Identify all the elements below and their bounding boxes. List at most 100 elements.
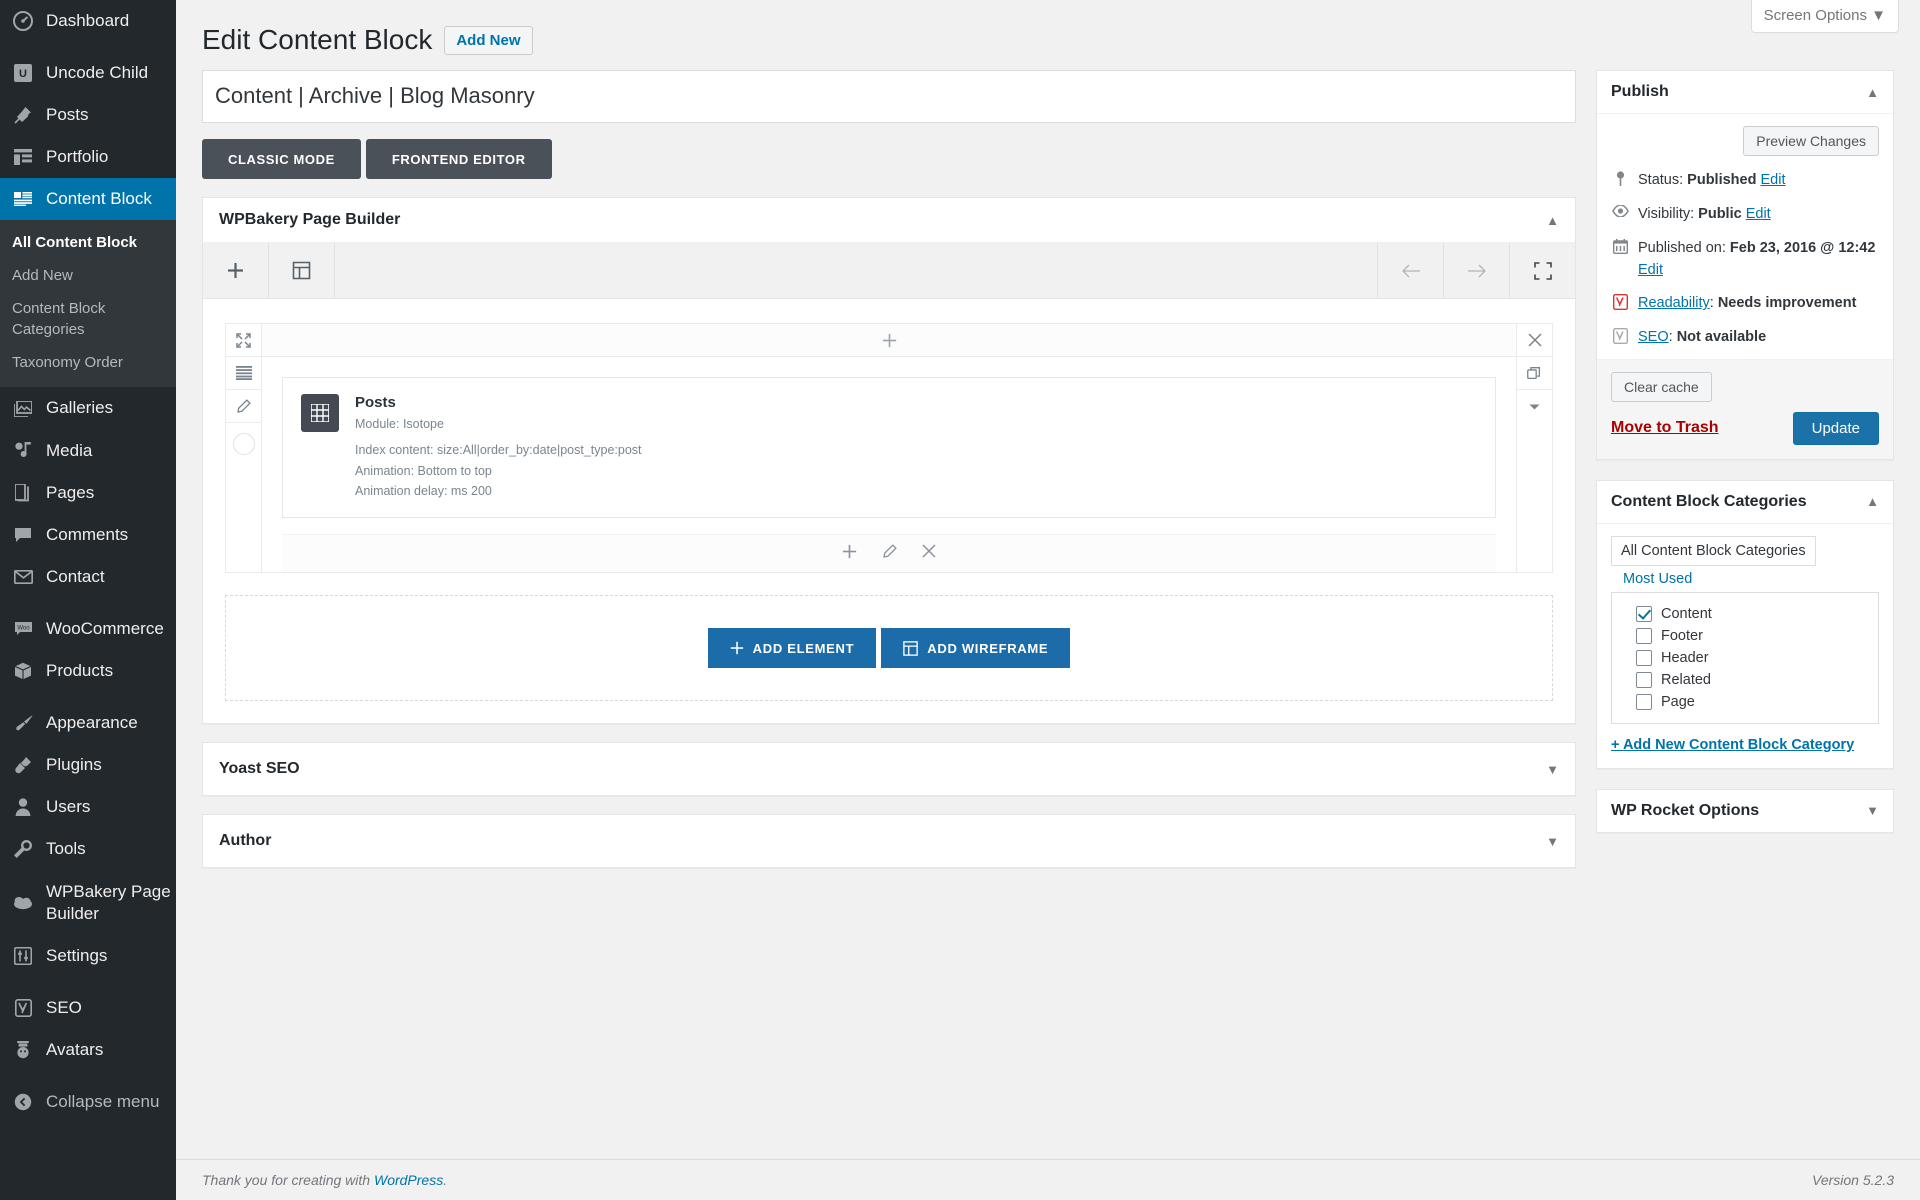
category-checkbox-page[interactable] [1636,693,1652,710]
page-title: Edit Content Block [202,24,433,55]
sidebar-item-tools[interactable]: Tools [0,828,176,870]
sidebar-item-portfolio[interactable]: Portfolio [0,136,176,178]
category-item[interactable]: Related [1624,669,1866,691]
collapse-arrow-icon[interactable]: ▲ [1546,213,1559,228]
category-item[interactable]: Content [1624,603,1866,625]
sidebar-item-avatars[interactable]: Avatars [0,1029,176,1071]
submenu-item-content-block-categories[interactable]: Content Block Categories [0,292,176,346]
duplicate-row-icon[interactable] [1517,357,1552,391]
templates-icon[interactable] [269,243,335,299]
wpbakery-panel-title: WPBakery Page Builder [219,211,401,229]
categories-panel-header[interactable]: Content Block Categories ▲ [1597,481,1893,524]
publish-panel-header[interactable]: Publish ▲ [1597,71,1893,115]
trash-update-row: Move to Trash Update [1611,411,1879,445]
chevron-down-icon[interactable]: ▼ [1546,762,1559,777]
published-on-edit-link[interactable]: Edit [1638,262,1663,278]
category-item[interactable]: Page [1624,691,1866,713]
post-body: CLASSIC MODE FRONTEND EDITOR WPBakery Pa… [176,58,1920,869]
wpbakery-panel-header[interactable]: WPBakery Page Builder ▲ [203,198,1575,244]
readability-link[interactable]: Readability [1638,295,1710,311]
sidebar-item-seo[interactable]: SEO [0,987,176,1029]
submenu-item-all-content-block[interactable]: All Content Block [0,226,176,259]
sidebar-item-uncode-child[interactable]: U Uncode Child [0,52,176,94]
yoast-red-icon [1611,293,1629,311]
clear-cache-button[interactable]: Clear cache [1611,371,1712,402]
add-wireframe-button[interactable]: ADD WIREFRAME [881,628,1071,669]
sidebar-item-wpbakery-page-builder[interactable]: WPBakery Page Builder [0,871,176,935]
row-handle-circle[interactable] [232,433,255,456]
sidebar-item-woocommerce[interactable]: Woo WooCommerce [0,608,176,650]
sidebar-item-contact[interactable]: Contact [0,556,176,598]
edit-column-icon[interactable] [882,543,897,564]
category-checkbox-footer[interactable] [1636,627,1652,644]
chevron-down-icon[interactable]: ▼ [1866,803,1879,818]
add-element-plus-icon[interactable] [842,544,857,564]
submenu-item-taxonomy-order[interactable]: Taxonomy Order [0,346,176,379]
yoast-seo-header[interactable]: Yoast SEO ▼ [203,743,1575,795]
column-layout-icon[interactable] [226,357,261,391]
row-more-arrow-icon[interactable] [1517,390,1552,423]
builder-toolbar [203,243,1575,300]
status-edit-link[interactable]: Edit [1761,172,1786,188]
sidebar-item-content-block[interactable]: Content Block [0,178,184,221]
add-new-category-link[interactable]: + Add New Content Block Category [1611,737,1854,753]
sidebar-item-media[interactable]: Media [0,430,176,472]
screen-options-button[interactable]: Screen Options ▼ [1750,0,1899,33]
sidebar-item-pages[interactable]: Pages [0,472,176,514]
tab-all-categories[interactable]: All Content Block Categories [1611,535,1816,566]
add-new-button[interactable]: Add New [444,25,533,55]
wordpress-link[interactable]: WordPress [374,1172,443,1188]
delete-row-icon[interactable] [1517,324,1552,358]
preview-changes-button[interactable]: Preview Changes [1743,126,1879,157]
tab-most-used[interactable]: Most Used [1611,565,1701,593]
sidebar-item-comments[interactable]: Comments [0,514,176,556]
builder-element-posts[interactable]: Posts Module: Isotope Index content: siz… [282,377,1496,519]
sidebar-item-users[interactable]: Users [0,786,176,828]
edit-row-icon[interactable] [226,390,261,424]
category-checkbox-content[interactable] [1636,605,1652,622]
classic-mode-button[interactable]: CLASSIC MODE [202,139,361,180]
collapse-arrow-icon[interactable]: ▲ [1866,85,1879,100]
post-title-input[interactable] [202,70,1576,124]
update-button[interactable]: Update [1792,411,1879,445]
sidebar-item-dashboard[interactable]: Dashboard [0,0,176,42]
visibility-edit-link[interactable]: Edit [1746,206,1771,222]
sidebar-item-products[interactable]: Products [0,650,176,692]
wp-rocket-header[interactable]: WP Rocket Options ▼ [1597,790,1893,832]
collapse-arrow-icon[interactable]: ▲ [1866,494,1879,509]
undo-arrow-icon[interactable] [1377,243,1443,299]
author-header[interactable]: Author ▼ [203,815,1575,867]
add-element-button[interactable]: ADD ELEMENT [707,628,877,669]
redo-arrow-icon[interactable] [1443,243,1509,299]
collapse-menu-button[interactable]: Collapse menu [0,1081,176,1123]
delete-column-icon[interactable] [922,544,936,563]
main-content-area: Screen Options ▼ Edit Content Block Add … [176,0,1920,1200]
element-meta-0: Module: Isotope [355,417,444,432]
move-row-icon[interactable] [226,324,261,358]
category-item[interactable]: Header [1624,647,1866,669]
published-on-text: Published on: Feb 23, 2016 @ 12:42 Edit [1638,238,1879,282]
admin-sidebar: Dashboard U Uncode Child Posts Portfolio Cont… [0,0,184,1200]
category-checkbox-related[interactable] [1636,671,1652,688]
chevron-down-icon[interactable]: ▼ [1546,834,1559,849]
fullscreen-icon[interactable] [1509,243,1575,299]
sidebar-item-galleries[interactable]: Galleries [0,387,176,429]
dashboard-icon [12,10,34,32]
add-element-icon[interactable] [203,243,269,299]
submenu-item-add-new[interactable]: Add New [0,259,176,292]
row-add-element-bar[interactable] [262,324,1516,358]
sidebar-item-label: Tools [46,839,86,859]
add-wireframe-label: ADD WIREFRAME [927,640,1049,656]
category-item[interactable]: Footer [1624,625,1866,647]
visibility-value: Public [1698,206,1742,223]
seo-link[interactable]: SEO [1638,329,1669,345]
sidebar-item-plugins[interactable]: Plugins [0,744,176,786]
frontend-editor-button[interactable]: FRONTEND EDITOR [365,139,552,180]
move-to-trash-link[interactable]: Move to Trash [1611,419,1719,437]
sidebar-item-settings[interactable]: Settings [0,935,176,977]
category-checkbox-header[interactable] [1636,649,1652,666]
sidebar-item-appearance[interactable]: Appearance [0,702,176,744]
sidebar-item-posts[interactable]: Posts [0,94,176,136]
element-meta-2: Animation: Bottom to top [355,463,492,478]
